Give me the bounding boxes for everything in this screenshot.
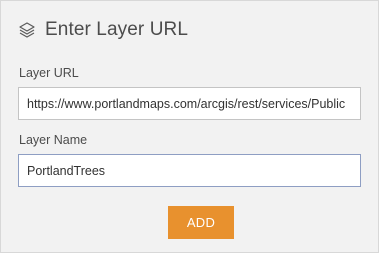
add-button[interactable]: ADD — [168, 206, 234, 239]
layer-url-input[interactable] — [18, 87, 361, 120]
layer-name-input[interactable] — [18, 154, 361, 187]
panel-header: Enter Layer URL — [18, 19, 188, 41]
panel-title: Enter Layer URL — [45, 19, 189, 40]
layer-url-label: Layer URL — [19, 66, 79, 80]
enter-layer-url-panel: Enter Layer URL Layer URL Layer Name ADD — [0, 0, 379, 253]
layer-name-label: Layer Name — [19, 133, 88, 147]
layers-icon — [18, 21, 36, 39]
